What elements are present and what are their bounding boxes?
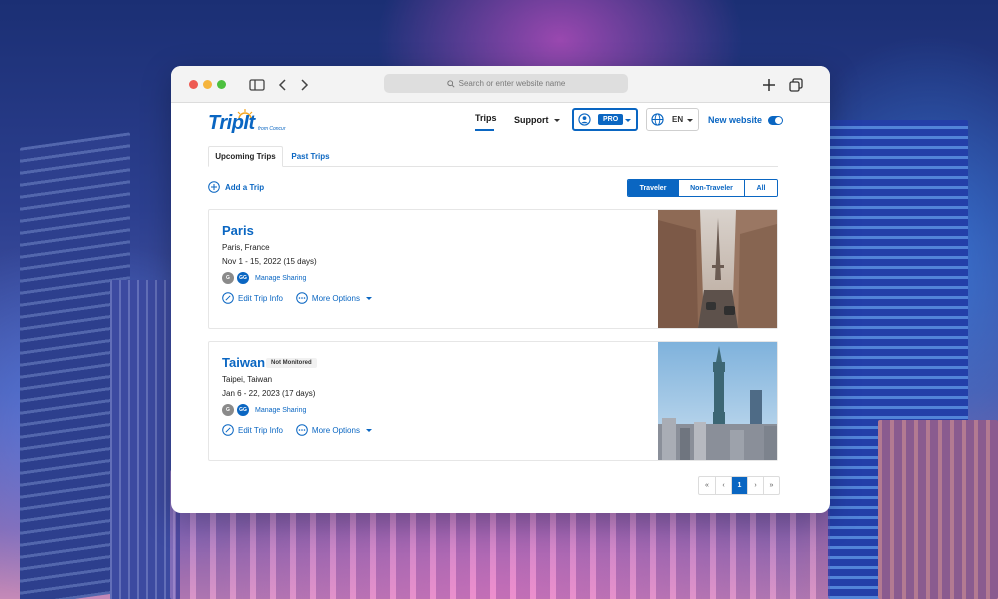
ellipsis-circle-icon [296,424,308,436]
trip-card[interactable]: Paris Paris, France Nov 1 - 15, 2022 (15… [208,209,778,329]
caret-down-icon [625,119,631,122]
avatar: GG [237,404,249,416]
sharing-row: G GG Manage Sharing [222,404,306,416]
caret-down-icon [687,119,693,122]
tab-overview-icon[interactable] [787,76,805,94]
nav-trips[interactable]: Trips [475,113,497,123]
account-menu[interactable]: PRO [572,108,638,131]
caret-down-icon [365,428,372,432]
more-options-label: More Options [311,293,360,303]
caret-down-icon [553,118,560,122]
user-avatar-icon [578,113,591,126]
status-badge: Not Monitored [266,358,317,368]
manage-sharing-link[interactable]: Manage Sharing [255,275,306,282]
new-tab-plus-icon[interactable] [760,76,778,94]
page-last-button[interactable]: » [763,477,779,494]
trip-card[interactable]: Taiwan Not Monitored Taipei, Taiwan Jan … [208,341,778,461]
pencil-circle-icon [222,292,234,304]
new-website-label: New website [708,115,763,125]
page-current-button[interactable]: 1 [731,477,747,494]
filter-non-traveler[interactable]: Non-Traveler [678,180,744,196]
avatar: GG [237,272,249,284]
edit-trip-info-button[interactable]: Edit Trip Info [222,292,283,304]
logo-wordmark: TripIt [208,112,255,134]
edit-trip-label: Edit Trip Info [238,293,283,303]
nav-support-menu[interactable]: Support [514,115,560,125]
ellipsis-circle-icon [296,292,308,304]
filter-all[interactable]: All [744,180,777,196]
avatar: G [222,404,234,416]
back-arrow-icon[interactable] [274,76,292,94]
trip-location: Taipei, Taiwan [222,375,273,384]
trip-dates: Jan 6 - 22, 2023 (17 days) [222,389,316,398]
new-website-toggle[interactable]: New website [708,115,784,125]
plus-circle-icon [208,181,220,193]
trip-actions: Edit Trip Info More Options [222,292,372,304]
toggle-switch[interactable] [768,115,784,125]
more-options-menu[interactable]: More Options [296,292,372,304]
language-selector[interactable]: EN [646,108,699,131]
pencil-circle-icon [222,424,234,436]
language-label: EN [672,115,684,124]
caret-down-icon [365,296,372,300]
sidebar-toggle-icon[interactable] [248,76,266,94]
tab-upcoming-trips[interactable]: Upcoming Trips [208,146,283,167]
minimize-window-button[interactable] [203,80,212,89]
trip-actions: Edit Trip Info More Options [222,424,372,436]
trip-title[interactable]: Taiwan [222,355,265,370]
page-first-button[interactable]: « [699,477,715,494]
pro-badge: PRO [598,114,624,125]
avatar: G [222,272,234,284]
trip-location: Paris, France [222,243,270,252]
page-prev-button[interactable]: ‹ [715,477,731,494]
tripit-logo[interactable]: TripIt from Concur [208,109,298,137]
add-trip-button[interactable]: Add a Trip [208,181,264,193]
search-icon [446,79,455,88]
more-options-menu[interactable]: More Options [296,424,372,436]
page-content: TripIt from Concur Trips Support PRO EN … [171,103,830,513]
address-bar[interactable]: Search or enter website name [384,74,628,93]
tab-past-trips[interactable]: Past Trips [288,146,333,167]
filter-traveler[interactable]: Traveler [628,180,678,196]
edit-trip-label: Edit Trip Info [238,425,283,435]
page-next-button[interactable]: › [747,477,763,494]
nav-trips-active-indicator [475,129,494,131]
more-options-label: More Options [311,425,360,435]
zoom-window-button[interactable] [217,80,226,89]
globe-icon [651,113,664,126]
trip-title[interactable]: Paris [222,223,254,238]
paris-street-photo [658,210,777,328]
edit-trip-info-button[interactable]: Edit Trip Info [222,424,283,436]
browser-window: Search or enter website name TripIt from… [171,66,830,513]
pagination: « ‹ 1 › » [698,476,780,495]
address-placeholder: Search or enter website name [458,79,566,88]
add-trip-label: Add a Trip [225,182,265,192]
forward-arrow-icon[interactable] [295,76,313,94]
traveler-filter: Traveler Non-Traveler All [627,179,778,197]
nav-support-label: Support [514,115,549,125]
sharing-row: G GG Manage Sharing [222,272,306,284]
browser-toolbar: Search or enter website name [171,66,830,103]
manage-sharing-link[interactable]: Manage Sharing [255,407,306,414]
logo-subtitle: from Concur [258,126,286,132]
close-window-button[interactable] [189,80,198,89]
trip-tabs: Upcoming Trips Past Trips [208,146,778,167]
taipei-skyline-photo [658,342,777,460]
trip-dates: Nov 1 - 15, 2022 (15 days) [222,257,317,266]
background-building [878,420,998,599]
